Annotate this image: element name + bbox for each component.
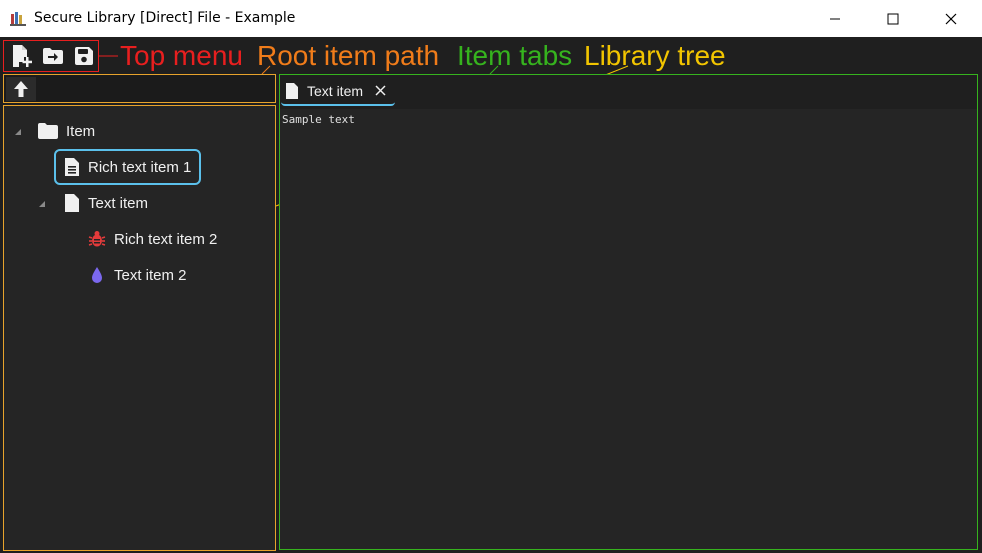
tab-label: Text item [307,82,364,99]
library-tree: Item Rich text item 1 Text item Rich tex… [3,105,276,551]
expand-caret-icon[interactable] [38,200,46,208]
annotation-top-menu: Top menu [120,40,243,71]
arrow-up-icon [13,80,29,98]
annotation-root-item-path: Root item path [257,40,440,71]
tree-item-item[interactable]: Item [38,114,95,148]
document-icon [285,82,299,100]
close-tab-icon[interactable] [375,85,386,96]
tree-item-rich-text-item-1[interactable]: Rich text item 1 [54,149,202,185]
folder-icon [38,123,58,139]
tree-item-label: Rich text item 1 [88,158,192,176]
expand-caret-icon[interactable] [14,128,22,136]
rich-text-document-icon [64,157,80,177]
item-tabs-panel: Text item Sample text [279,74,978,550]
item-content-text[interactable]: Sample text [282,113,355,126]
tree-item-rich-text-item-2[interactable]: Rich text item 2 [88,222,217,256]
tree-item-label: Text item [88,194,149,212]
tree-item-label: Item [66,122,96,140]
bug-icon [88,230,106,248]
root-item-path [3,74,276,103]
tree-item-text-item-2[interactable]: Text item 2 [88,258,187,292]
tree-item-label: Text item 2 [114,266,187,284]
tree-item-label: Rich text item 2 [114,230,218,248]
document-icon [64,193,80,213]
navigate-up-button[interactable] [6,77,36,101]
tree-item-text-item[interactable]: Text item [64,186,148,220]
drop-icon [88,266,106,284]
annotation-library-tree: Library tree [584,40,726,71]
tab-text-item[interactable]: Text item [281,77,395,106]
annotation-item-tabs: Item tabs [457,40,573,71]
tab-strip: Text item [280,75,977,109]
